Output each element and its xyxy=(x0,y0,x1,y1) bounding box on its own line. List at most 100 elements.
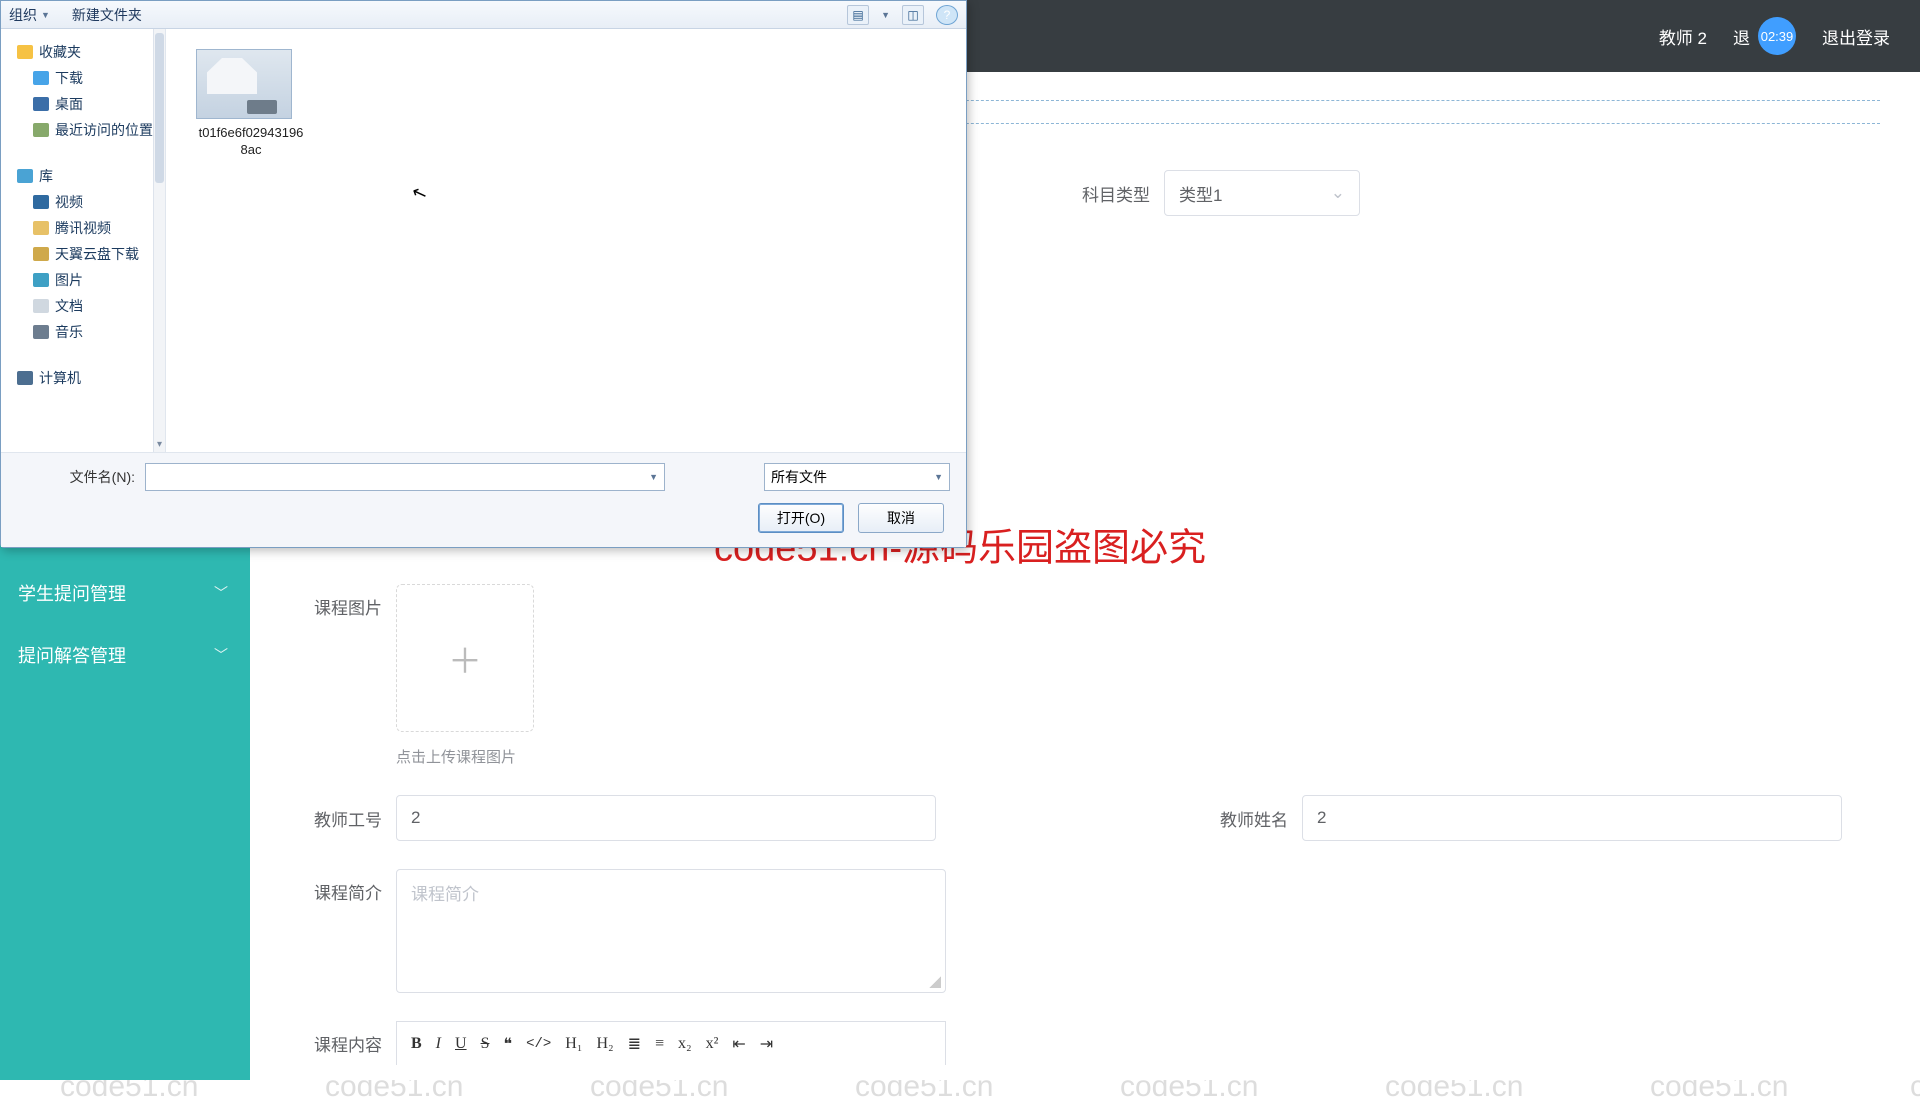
teacher-name-input[interactable] xyxy=(1302,795,1842,841)
music-icon xyxy=(33,325,49,339)
nav-favorites[interactable]: 收藏夹 xyxy=(11,39,159,65)
file-item[interactable]: t01f6e6f029431968ac xyxy=(196,49,306,159)
file-item-name: t01f6e6f029431968ac xyxy=(196,125,306,159)
nav-tencent-video[interactable]: 腾讯视频 xyxy=(11,215,159,241)
logout-link[interactable]: 退出登录 xyxy=(1822,24,1890,49)
nav-tianyi-download[interactable]: 天翼云盘下载 xyxy=(11,241,159,267)
subject-type-label: 科目类型 xyxy=(1082,181,1150,206)
teacher-fields-row: 教师工号 教师姓名 xyxy=(290,795,1880,841)
dialog-body: 收藏夹 下载 桌面 最近访问的位置 库 视频 腾讯视频 天翼云盘下载 图片 文档… xyxy=(1,29,966,452)
scroll-down-icon[interactable]: ▾ xyxy=(154,439,165,450)
document-icon xyxy=(33,299,49,313)
folder-icon xyxy=(33,221,49,235)
picture-icon xyxy=(33,273,49,287)
course-intro-textarea[interactable]: 课程简介 xyxy=(396,869,946,993)
subject-type-value: 类型1 xyxy=(1179,181,1222,206)
sidebar-item-question-answer[interactable]: 提问解答管理 ﹀ xyxy=(0,624,250,686)
download-icon xyxy=(33,71,49,85)
upload-image-box[interactable]: ＋ xyxy=(396,584,534,732)
dialog-bottom-bar: 文件名(N): ▼ 所有文件▼ 打开(O) 取消 xyxy=(1,452,966,547)
folder-icon xyxy=(33,247,49,261)
underline-button[interactable]: U xyxy=(455,1035,467,1053)
code-button[interactable]: </> xyxy=(526,1036,551,1052)
nav-computer[interactable]: 计算机 xyxy=(11,365,159,391)
view-mode-button[interactable]: ▤ xyxy=(847,5,869,25)
filename-label: 文件名(N): xyxy=(17,467,135,487)
course-content-label: 课程内容 xyxy=(290,1021,382,1056)
chevron-down-icon: ﹀ xyxy=(214,645,228,665)
computer-icon xyxy=(17,371,33,385)
file-open-dialog: 组织▼ 新建文件夹 ▤ ▼ ◫ ? 收藏夹 下载 桌面 最近访问的位置 库 视频 xyxy=(0,0,967,548)
help-button[interactable]: ? xyxy=(936,5,958,25)
teacher-id-field[interactable] xyxy=(411,808,921,828)
view-dropdown-icon[interactable]: ▼ xyxy=(881,10,890,20)
chevron-down-icon: ▼ xyxy=(649,472,658,482)
unordered-list-button[interactable]: ≡ xyxy=(655,1035,664,1053)
library-icon xyxy=(17,169,33,183)
sidebar-item-student-question[interactable]: 学生提问管理 ﹀ xyxy=(0,562,250,624)
dialog-nav-pane: 收藏夹 下载 桌面 最近访问的位置 库 视频 腾讯视频 天翼云盘下载 图片 文档… xyxy=(1,29,166,452)
open-button[interactable]: 打开(O) xyxy=(758,503,844,533)
chevron-down-icon: ▼ xyxy=(934,472,943,482)
teacher-id-label: 教师工号 xyxy=(290,806,382,831)
dialog-file-area[interactable]: t01f6e6f029431968ac ↖ xyxy=(166,29,966,452)
plus-icon: ＋ xyxy=(448,634,482,683)
teacher-id-input[interactable] xyxy=(396,795,936,841)
h2-button[interactable]: H₂ xyxy=(596,1035,613,1053)
star-icon xyxy=(17,45,33,59)
help-icon: ? xyxy=(944,8,951,22)
ordered-list-button[interactable]: ≣ xyxy=(628,1034,641,1054)
new-folder-button[interactable]: 新建文件夹 xyxy=(72,5,142,25)
strike-button[interactable]: S xyxy=(481,1035,490,1053)
nav-documents[interactable]: 文档 xyxy=(11,293,159,319)
course-image-label: 课程图片 xyxy=(290,584,382,619)
dialog-toolbar: 组织▼ 新建文件夹 ▤ ▼ ◫ ? xyxy=(1,1,966,29)
video-icon xyxy=(33,195,49,209)
nav-pictures[interactable]: 图片 xyxy=(11,267,159,293)
preview-pane-button[interactable]: ◫ xyxy=(902,5,924,25)
chevron-down-icon: ⌄ xyxy=(1331,183,1345,203)
bold-button[interactable]: B xyxy=(411,1035,422,1053)
indent-decrease-button[interactable]: ⇤ xyxy=(732,1034,745,1054)
subscript-button[interactable]: x₂ xyxy=(678,1035,692,1053)
nav-library[interactable]: 库 xyxy=(11,163,159,189)
editor-toolbar: B I U S ❝ </> H₁ H₂ ≣ ≡ x₂ x² ⇤ ⇥ xyxy=(396,1021,946,1065)
course-intro-label: 课程简介 xyxy=(290,869,382,904)
nav-downloads[interactable]: 下载 xyxy=(11,65,159,91)
quote-button[interactable]: ❝ xyxy=(503,1034,512,1054)
italic-button[interactable]: I xyxy=(436,1035,441,1053)
header-back-partial[interactable]: 退 xyxy=(1733,24,1750,49)
teacher-name-field[interactable] xyxy=(1317,808,1827,828)
recent-icon xyxy=(33,123,49,137)
course-intro-row: 课程简介 课程简介 xyxy=(290,869,1880,993)
cancel-button[interactable]: 取消 xyxy=(858,503,944,533)
superscript-button[interactable]: x² xyxy=(706,1035,719,1053)
cursor-icon: ↖ xyxy=(409,181,430,206)
chevron-down-icon: ﹀ xyxy=(214,583,228,603)
nav-scrollbar[interactable]: ▾ xyxy=(153,29,165,452)
organize-menu[interactable]: 组织▼ xyxy=(9,5,50,25)
teacher-name-label: 教师姓名 xyxy=(1196,806,1288,831)
nav-music[interactable]: 音乐 xyxy=(11,319,159,345)
h1-button[interactable]: H₁ xyxy=(565,1035,582,1053)
course-image-row: 课程图片 ＋ 点击上传课程图片 xyxy=(290,584,1880,767)
nav-desktop[interactable]: 桌面 xyxy=(11,91,159,117)
file-thumbnail xyxy=(196,49,292,119)
subject-type-select[interactable]: 类型1 ⌄ xyxy=(1164,170,1360,216)
upload-tip: 点击上传课程图片 xyxy=(396,746,534,767)
filename-input[interactable]: ▼ xyxy=(145,463,665,491)
sidebar-item-label: 提问解答管理 xyxy=(18,642,126,668)
sidebar-item-label: 学生提问管理 xyxy=(18,580,126,606)
pane-icon: ◫ xyxy=(907,8,918,22)
header-user[interactable]: 教师 2 xyxy=(1659,24,1707,49)
scrollbar-thumb[interactable] xyxy=(155,33,164,183)
indent-increase-button[interactable]: ⇥ xyxy=(760,1034,773,1054)
nav-recent[interactable]: 最近访问的位置 xyxy=(11,117,159,143)
nav-video[interactable]: 视频 xyxy=(11,189,159,215)
desktop-icon xyxy=(33,97,49,111)
subject-type-row: 科目类型 类型1 ⌄ xyxy=(1082,170,1360,216)
course-content-row: 课程内容 B I U S ❝ </> H₁ H₂ ≣ ≡ x₂ x² ⇤ ⇥ xyxy=(290,1021,1880,1065)
header-time-badge: 02:39 xyxy=(1758,17,1796,55)
view-icon: ▤ xyxy=(852,8,863,22)
file-filter-select[interactable]: 所有文件▼ xyxy=(764,463,950,491)
